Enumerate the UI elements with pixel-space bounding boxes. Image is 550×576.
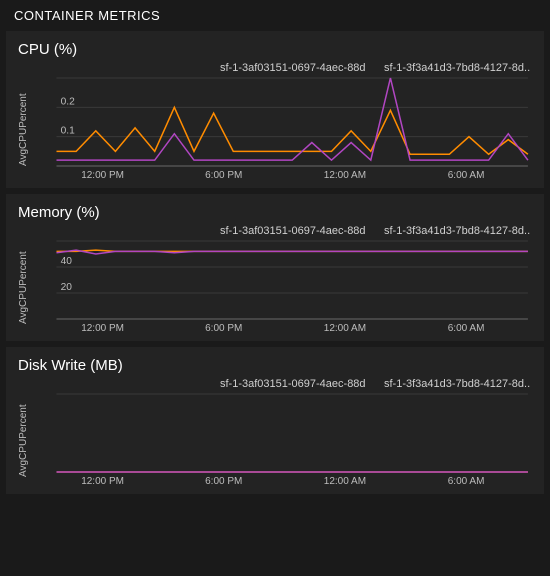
x-axis: 12:00 PM 6:00 PM 12:00 AM 6:00 AM <box>32 474 532 490</box>
memory-plot[interactable]: 2040 <box>32 239 532 321</box>
x-tick-label: 6:00 AM <box>448 476 485 487</box>
x-tick-label: 12:00 PM <box>81 476 124 487</box>
legend-label: sf-1-3f3a41d3-7bd8-4127-8d... <box>384 378 530 390</box>
chart-card-cpu: CPU (%) sf-1-3af03151-0697-4aec-88d... s… <box>6 31 544 188</box>
x-tick-label: 12:00 PM <box>81 323 124 334</box>
x-tick-label: 12:00 PM <box>81 170 124 181</box>
container-metrics-panel: CONTAINER METRICS CPU (%) sf-1-3af03151-… <box>0 0 550 576</box>
legend-label: sf-1-3af03151-0697-4aec-88d... <box>220 378 366 390</box>
y-axis-label: AvgCPUPercent <box>18 392 32 490</box>
legend-item-b[interactable]: sf-1-3f3a41d3-7bd8-4127-8d... <box>380 225 530 237</box>
svg-text:40: 40 <box>61 256 73 267</box>
svg-text:0.2: 0.2 <box>61 96 76 107</box>
chart-title: Disk Write (MB) <box>18 357 532 374</box>
chart-card-disk: Disk Write (MB) sf-1-3af03151-0697-4aec-… <box>6 347 544 494</box>
legend-label: sf-1-3af03151-0697-4aec-88d... <box>220 62 366 74</box>
x-tick-label: 6:00 PM <box>205 170 242 181</box>
legend-label: sf-1-3f3a41d3-7bd8-4127-8d... <box>384 62 530 74</box>
legend-label: sf-1-3f3a41d3-7bd8-4127-8d... <box>384 225 530 237</box>
y-axis-label: AvgCPUPercent <box>18 239 32 337</box>
x-tick-label: 6:00 PM <box>205 476 242 487</box>
chart-legend: sf-1-3af03151-0697-4aec-88d... sf-1-3f3a… <box>18 225 532 237</box>
x-tick-label: 6:00 PM <box>205 323 242 334</box>
legend-item-a[interactable]: sf-1-3af03151-0697-4aec-88d... <box>216 62 366 74</box>
chart-legend: sf-1-3af03151-0697-4aec-88d... sf-1-3f3a… <box>18 62 532 74</box>
disk-plot[interactable] <box>32 392 532 474</box>
x-axis: 12:00 PM 6:00 PM 12:00 AM 6:00 AM <box>32 168 532 184</box>
x-tick-label: 6:00 AM <box>448 323 485 334</box>
y-axis-label: AvgCPUPercent <box>18 76 32 184</box>
x-tick-label: 6:00 AM <box>448 170 485 181</box>
svg-text:20: 20 <box>61 282 73 293</box>
x-axis: 12:00 PM 6:00 PM 12:00 AM 6:00 AM <box>32 321 532 337</box>
legend-item-a[interactable]: sf-1-3af03151-0697-4aec-88d... <box>216 378 366 390</box>
x-tick-label: 12:00 AM <box>324 323 366 334</box>
legend-item-b[interactable]: sf-1-3f3a41d3-7bd8-4127-8d... <box>380 62 530 74</box>
panel-title: CONTAINER METRICS <box>0 0 550 29</box>
legend-item-a[interactable]: sf-1-3af03151-0697-4aec-88d... <box>216 225 366 237</box>
chart-title: Memory (%) <box>18 204 532 221</box>
chart-card-memory: Memory (%) sf-1-3af03151-0697-4aec-88d..… <box>6 194 544 341</box>
cpu-plot[interactable]: 0.1 0.2 <box>32 76 532 168</box>
x-tick-label: 12:00 AM <box>324 476 366 487</box>
x-tick-label: 12:00 AM <box>324 170 366 181</box>
legend-label: sf-1-3af03151-0697-4aec-88d... <box>220 225 366 237</box>
svg-text:0.1: 0.1 <box>61 126 76 137</box>
legend-item-b[interactable]: sf-1-3f3a41d3-7bd8-4127-8d... <box>380 378 530 390</box>
chart-title: CPU (%) <box>18 41 532 58</box>
chart-legend: sf-1-3af03151-0697-4aec-88d... sf-1-3f3a… <box>18 378 532 390</box>
